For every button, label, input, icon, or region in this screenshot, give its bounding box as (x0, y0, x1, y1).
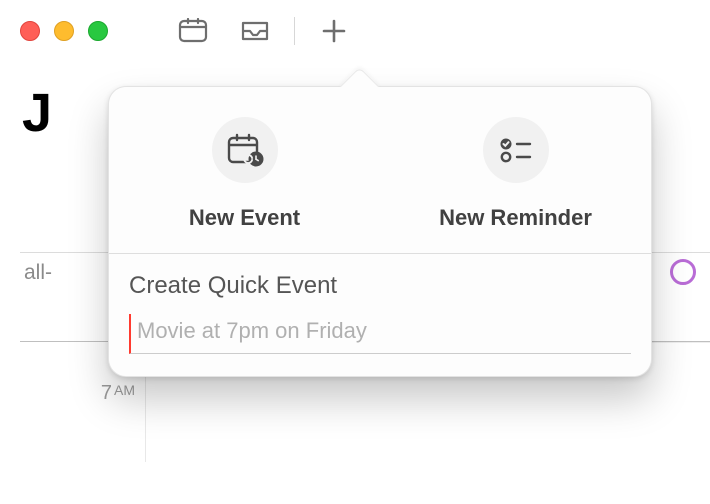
calendar-add-icon (226, 133, 264, 167)
time-ampm: AM (114, 382, 135, 398)
window-titlebar (0, 0, 710, 62)
add-toolbar-button[interactable] (311, 13, 357, 49)
time-hour: 7 (101, 382, 112, 404)
calendar-icon (178, 18, 208, 44)
quick-event-input[interactable] (129, 314, 631, 354)
new-reminder-label: New Reminder (439, 205, 592, 231)
minimize-window-button[interactable] (54, 21, 74, 41)
quick-event-section: Create Quick Event (109, 254, 651, 376)
plus-icon (321, 18, 347, 44)
window-controls (20, 21, 108, 41)
calendar-window: J all- … 7AM (0, 0, 710, 504)
quick-event-title: Create Quick Event (129, 272, 631, 300)
toolbar (170, 0, 357, 62)
toolbar-separator (294, 17, 295, 45)
popover-options: New Event New Reminder (109, 87, 651, 253)
calendars-toolbar-button[interactable] (170, 13, 216, 49)
inbox-icon (240, 20, 270, 42)
all-day-event-marker[interactable] (670, 259, 696, 285)
new-event-popover: New Event New Reminder (108, 86, 652, 377)
close-window-button[interactable] (20, 21, 40, 41)
new-event-label: New Event (189, 205, 300, 231)
new-event-icon-wrap (212, 117, 278, 183)
inbox-toolbar-button[interactable] (232, 13, 278, 49)
new-event-option[interactable]: New Event (109, 117, 380, 231)
reminders-icon (497, 135, 535, 165)
popover-inner: New Event New Reminder (109, 87, 651, 376)
new-reminder-icon-wrap (483, 117, 549, 183)
new-reminder-option[interactable]: New Reminder (380, 117, 651, 231)
zoom-window-button[interactable] (88, 21, 108, 41)
